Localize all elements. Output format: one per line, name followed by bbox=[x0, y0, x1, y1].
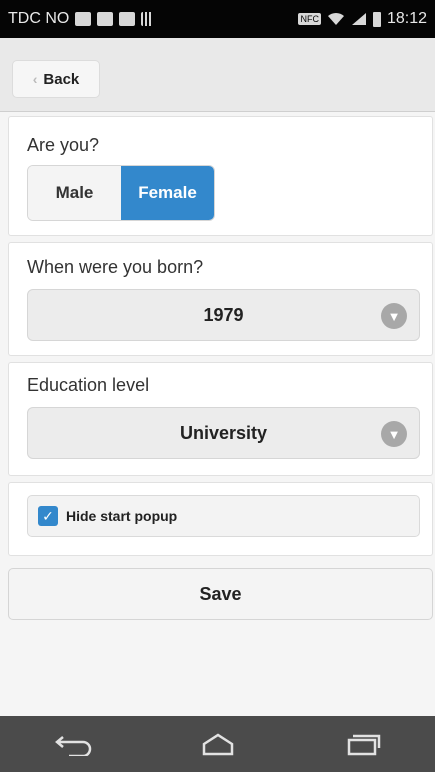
save-button[interactable]: Save bbox=[8, 568, 433, 620]
status-left: TDC NO bbox=[8, 10, 154, 28]
status-bar: TDC NO NFC 18:12 bbox=[0, 0, 435, 38]
education-select[interactable]: University ▼ bbox=[27, 407, 420, 459]
checkmark-icon: ✓ bbox=[38, 506, 58, 526]
barcode-notification-icon bbox=[141, 12, 154, 26]
app-header: ‹ Back bbox=[0, 38, 435, 112]
app-notification-icon bbox=[97, 12, 114, 26]
signal-icon bbox=[351, 13, 366, 25]
home-nav-icon[interactable] bbox=[193, 724, 243, 764]
education-question: Education level bbox=[27, 375, 150, 395]
education-card: Education level University ▼ bbox=[8, 362, 433, 476]
status-right: NFC 18:12 bbox=[298, 10, 427, 28]
gender-option-male[interactable]: Male bbox=[28, 166, 121, 220]
android-nav-bar bbox=[0, 716, 435, 772]
back-button[interactable]: ‹ Back bbox=[12, 60, 100, 98]
hide-start-popup-checkbox[interactable]: ✓ Hide start popup bbox=[27, 495, 420, 537]
gender-option-female[interactable]: Female bbox=[121, 166, 214, 220]
back-nav-icon[interactable] bbox=[48, 724, 98, 764]
image-notification-icon bbox=[75, 12, 92, 26]
back-label: Back bbox=[43, 70, 80, 88]
nfc-icon: NFC bbox=[298, 13, 321, 25]
battery-icon bbox=[372, 11, 381, 27]
birth-year-question: When were you born? bbox=[27, 257, 204, 277]
gender-selector: Male Female bbox=[27, 165, 215, 221]
popup-card: ✓ Hide start popup bbox=[8, 482, 433, 556]
gender-question: Are you? bbox=[27, 135, 100, 155]
hide-start-popup-label: Hide start popup bbox=[66, 508, 178, 524]
birth-year-select[interactable]: 1979 ▼ bbox=[27, 289, 420, 341]
carrier-name: TDC NO bbox=[8, 10, 70, 27]
gender-card: Are you? Male Female bbox=[8, 116, 433, 236]
chevron-down-icon: ▼ bbox=[381, 303, 407, 329]
recent-apps-icon[interactable] bbox=[338, 724, 388, 764]
clock: 18:12 bbox=[386, 10, 427, 27]
birth-year-card: When were you born? 1979 ▼ bbox=[8, 242, 433, 356]
chevron-down-icon: ▼ bbox=[381, 421, 407, 447]
birth-year-value: 1979 bbox=[203, 304, 244, 325]
app-notification-icon-2 bbox=[119, 12, 136, 26]
wifi-icon bbox=[327, 12, 344, 25]
chevron-left-icon: ‹ bbox=[32, 71, 38, 87]
education-value: University bbox=[179, 422, 268, 443]
